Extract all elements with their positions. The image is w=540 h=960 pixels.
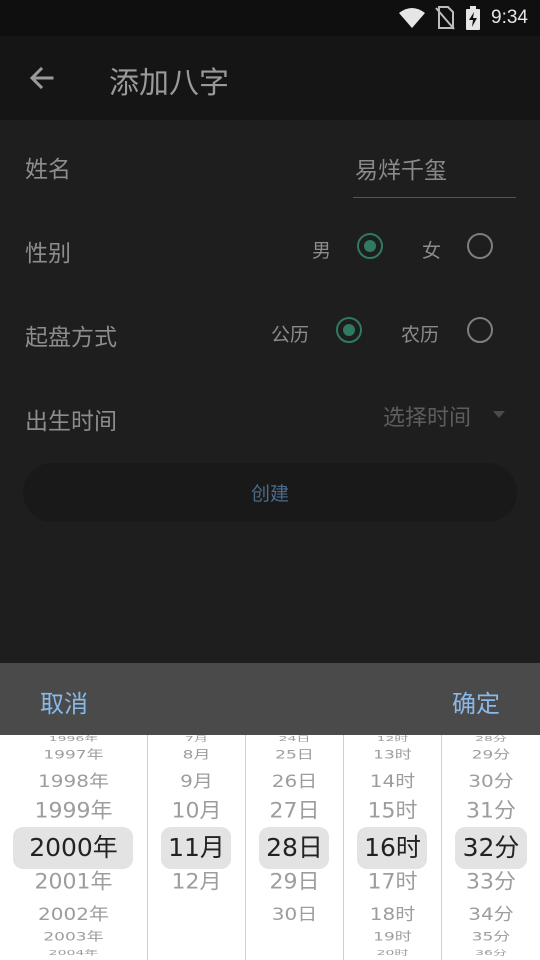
name-label: 姓名 — [25, 157, 71, 183]
battery-charging-icon — [466, 6, 481, 30]
year-option[interactable]: 1997年 — [0, 749, 147, 762]
month-option[interactable]: 11月 — [148, 835, 245, 860]
month-option[interactable]: 12月 — [148, 872, 245, 894]
minute-option[interactable]: 28分 — [442, 736, 540, 743]
calendar-mode-label: 起盘方式 — [25, 325, 117, 351]
minute-option[interactable]: 32分 — [442, 835, 540, 860]
day-option[interactable]: 29日 — [246, 872, 343, 894]
year-option[interactable]: 2004年 — [0, 950, 147, 957]
minute-option[interactable]: 31分 — [442, 801, 540, 823]
hour-option[interactable]: 17时 — [344, 872, 441, 894]
minute-option[interactable]: 36分 — [442, 950, 540, 957]
gender-option-female-label: 女 — [422, 240, 442, 262]
minute-option[interactable]: 34分 — [442, 906, 540, 923]
year-option[interactable]: 2000年 — [0, 835, 147, 860]
calendar-solar-label: 公历 — [271, 324, 310, 346]
month-option[interactable]: 9月 — [148, 773, 245, 790]
minute-option[interactable]: 29分 — [442, 749, 540, 762]
status-time: 9:34 — [491, 7, 528, 28]
month-option[interactable]: 10月 — [148, 801, 245, 823]
gender-male-radio[interactable] — [357, 233, 383, 259]
gender-female-radio[interactable] — [467, 233, 493, 259]
year-option[interactable]: 1996年 — [0, 736, 147, 743]
birth-time-label: 出生时间 — [25, 409, 117, 435]
status-bar: 9:34 — [0, 0, 540, 36]
minute-option[interactable]: 35分 — [442, 931, 540, 944]
hour-option[interactable]: 12时 — [344, 736, 441, 743]
month-option[interactable]: 7月 — [148, 736, 245, 743]
date-time-picker: 1996年 1997年 1998年 1999年 2000年 2001年 2002年 2003年… — [0, 735, 540, 960]
hour-option[interactable]: 13时 — [344, 749, 441, 762]
year-option[interactable]: 1999年 — [0, 801, 147, 823]
calendar-lunar-label: 农历 — [401, 324, 440, 346]
arrow-left-icon[interactable] — [26, 62, 58, 94]
year-option[interactable]: 2002年 — [0, 906, 147, 923]
hour-option[interactable]: 15时 — [344, 801, 441, 823]
month-wheel[interactable]: 7月 8月 9月 10月 11月 12月 — [148, 735, 245, 960]
picker-cancel-button[interactable]: 取消 — [40, 684, 88, 719]
day-option[interactable]: 25日 — [246, 749, 343, 762]
picker-header: 取消 确定 — [0, 663, 540, 735]
page-title: 添加八字 — [109, 66, 229, 101]
year-wheel[interactable]: 1996年 1997年 1998年 1999年 2000年 2001年 2002年 2003年… — [0, 735, 147, 960]
name-field-underline — [353, 197, 516, 198]
month-option[interactable]: 8月 — [148, 749, 245, 762]
wifi-icon — [399, 8, 426, 28]
gender-option-male-label: 男 — [312, 240, 332, 262]
year-option[interactable]: 2001年 — [0, 872, 147, 894]
birth-time-select[interactable]: 选择时间 — [383, 400, 471, 432]
bazi-form: 姓名 易烊千玺 性别 男 女 起盘方式 公历 农历 出生时间 选择时间 创建 — [0, 120, 540, 663]
day-option[interactable]: 26日 — [246, 773, 343, 790]
minute-option[interactable]: 30分 — [442, 773, 540, 790]
gender-label: 性别 — [25, 241, 71, 267]
hour-option[interactable]: 20时 — [344, 950, 441, 957]
hour-option[interactable]: 16时 — [344, 835, 441, 860]
year-option[interactable]: 2003年 — [0, 931, 147, 944]
day-option[interactable]: 27日 — [246, 801, 343, 823]
day-wheel[interactable]: 24日 25日 26日 27日 28日 29日 30日 — [246, 735, 343, 960]
hour-wheel[interactable]: 12时 13时 14时 15时 16时 17时 18时 19时 20时 — [344, 735, 441, 960]
day-option[interactable]: 30日 — [246, 906, 343, 923]
hour-option[interactable]: 18时 — [344, 906, 441, 923]
day-option[interactable]: 28日 — [246, 835, 343, 860]
day-option[interactable]: 24日 — [246, 736, 343, 743]
picker-confirm-button[interactable]: 确定 — [452, 684, 500, 719]
create-button[interactable]: 创建 — [23, 463, 517, 522]
minute-option[interactable]: 33分 — [442, 872, 540, 894]
app-bar: 添加八字 — [0, 36, 540, 120]
calendar-solar-radio[interactable] — [336, 317, 362, 343]
calendar-lunar-radio[interactable] — [467, 317, 493, 343]
name-field[interactable]: 易烊千玺 — [355, 151, 447, 185]
minute-wheel[interactable]: 28分 29分 30分 31分 32分 33分 34分 35分 36分 — [442, 735, 540, 960]
dropdown-caret-icon — [493, 411, 505, 418]
no-sim-icon — [435, 6, 455, 30]
year-option[interactable]: 1998年 — [0, 773, 147, 790]
hour-option[interactable]: 19时 — [344, 931, 441, 944]
hour-option[interactable]: 14时 — [344, 773, 441, 790]
